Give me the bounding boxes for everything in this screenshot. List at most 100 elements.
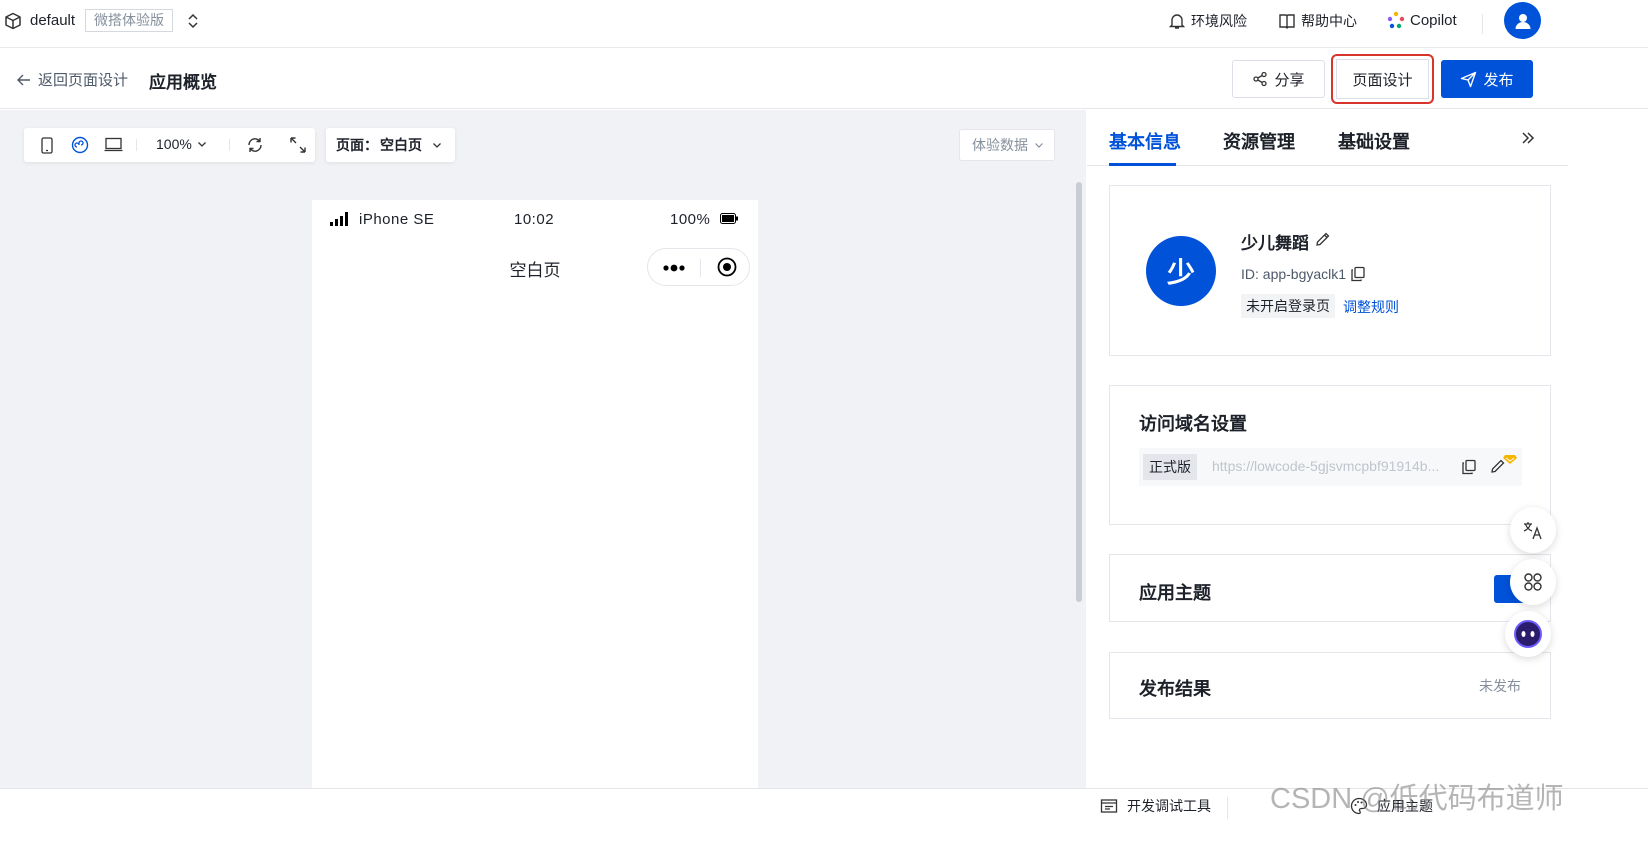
apps-button[interactable] [1510,559,1556,605]
app-name: 少儿舞蹈 [1241,234,1309,253]
battery-icon [720,213,738,224]
copy-icon[interactable] [1461,459,1477,475]
signal-icon [330,212,349,226]
env-risk-link[interactable]: 环境风险 [1168,11,1247,31]
app-id: ID: app-bgyaclk1 [1241,266,1347,282]
copy-icon[interactable] [1350,266,1366,282]
divider [700,259,701,277]
miniprogram-icon[interactable] [71,136,89,154]
more-icon[interactable] [663,264,685,272]
experience-data-label: 体验数据 [972,137,1028,153]
edit-pro-icon[interactable] [1489,451,1519,475]
experience-data-select[interactable]: 体验数据 [959,129,1055,161]
divider [229,139,230,151]
top-bar: default 微搭体验版 环境风险 帮助中心 Copilot [0,0,1648,48]
env-name[interactable]: default [30,12,75,29]
help-center-label: 帮助中心 [1301,13,1357,29]
domain-settings-title: 访问域名设置 [1139,414,1247,434]
app-avatar: 少 [1146,236,1216,306]
app-info-card: 少 少儿舞蹈 ID: app-bgyaclk1 未开启登录页 调整规则 [1109,185,1551,356]
capsule-menu[interactable] [647,248,750,286]
help-center-link[interactable]: 帮助中心 [1278,11,1357,31]
watermark: CSDN @低代码布道师 [1270,783,1564,815]
assistant-icon [1513,619,1543,649]
apps-icon [1523,572,1543,592]
divider [1482,14,1483,34]
tab-active-indicator [1109,163,1176,166]
send-icon [1460,71,1477,88]
zoom-select[interactable]: 100% [156,136,207,152]
publish-status: 未发布 [1479,678,1521,694]
desktop-icon[interactable] [104,137,123,152]
refresh-icon[interactable] [246,136,264,154]
page-select-label: 页面： [336,137,378,153]
app-theme-title: 应用主题 [1139,583,1211,603]
copilot-icon [1387,11,1405,29]
app-theme-card: 应用主题 [1109,554,1551,622]
adjust-rules-link[interactable]: 调整规则 [1343,297,1399,317]
canvas-scrollbar[interactable] [1076,182,1082,602]
device-name: iPhone SE [359,211,435,228]
publish-label: 发布 [1483,71,1514,89]
chevron-down-icon [197,139,207,149]
chevron-down-icon [432,140,442,150]
tab-basic-settings[interactable]: 基础设置 [1338,128,1410,154]
bottom-bar: 开发调试工具 应用主题 CSDN @低代码布道师 [0,783,1648,858]
assistant-button[interactable] [1505,611,1551,657]
cube-icon [4,12,22,30]
avatar[interactable] [1504,2,1541,39]
chevron-down-icon [1034,140,1044,150]
panel-tabs: 基本信息 资源管理 基础设置 [1087,110,1568,166]
mobile-icon[interactable] [41,137,53,154]
page-design-label: 页面设计 [1352,71,1413,89]
copilot-label: Copilot [1410,11,1457,29]
page-select[interactable]: 页面： 空白页 [326,128,455,162]
domain-row: 正式版 https://lowcode-5gjsvmcpbf91914b... [1139,448,1522,486]
arrow-left-icon [16,72,32,88]
login-status-badge: 未开启登录页 [1241,294,1335,318]
user-icon [1513,11,1533,31]
devtools-label: 开发调试工具 [1127,798,1211,814]
expand-icon[interactable] [289,136,307,154]
design-canvas: 100% 页面： 空白页 体验数据 iPhone SE 10:02 100% 空… [0,110,1086,790]
publish-result-title: 发布结果 [1139,679,1211,699]
status-time: 10:02 [514,211,555,228]
domain-url: https://lowcode-5gjsvmcpbf91914b... [1212,458,1440,474]
copilot-link[interactable]: Copilot [1387,11,1457,29]
back-label: 返回页面设计 [38,72,129,89]
share-icon [1252,71,1268,87]
right-panel: 基本信息 资源管理 基础设置 少 少儿舞蹈 ID: app-bgyaclk1 未… [1087,110,1568,788]
phone-preview: iPhone SE 10:02 100% 空白页 [312,200,758,790]
env-badge: 微搭体验版 [85,9,173,32]
switch-env-icon[interactable] [186,12,200,30]
page-select-value: 空白页 [380,137,422,153]
device-toolbar: 100% [24,128,315,162]
publish-result-card: 发布结果 未发布 [1109,652,1551,719]
translate-button[interactable] [1510,507,1556,553]
share-button[interactable]: 分享 [1232,60,1325,98]
book-icon [1278,12,1296,30]
app-avatar-char: 少 [1166,257,1195,288]
page-title: 应用概览 [149,73,217,92]
battery-percent: 100% [670,211,711,228]
close-miniprogram-icon[interactable] [717,257,737,277]
edit-icon[interactable] [1315,231,1331,247]
divider [1227,797,1228,819]
back-link[interactable]: 返回页面设计 [16,69,128,90]
double-chevron-right-icon[interactable] [1521,131,1535,145]
devtools-button[interactable]: 开发调试工具 [1100,796,1211,816]
domain-settings-card: 访问域名设置 正式版 https://lowcode-5gjsvmcpbf919… [1109,385,1551,525]
translate-icon [1522,519,1544,541]
zoom-value: 100% [156,136,192,152]
bell-icon [1168,12,1186,30]
env-label: 正式版 [1143,454,1197,480]
env-risk-label: 环境风险 [1191,13,1247,29]
tab-basic-info[interactable]: 基本信息 [1109,128,1181,154]
publish-button[interactable]: 发布 [1441,60,1533,98]
devtools-icon [1100,798,1118,814]
page-design-button[interactable]: 页面设计 [1331,54,1434,104]
divider [136,139,137,151]
page-header: 返回页面设计 应用概览 分享 页面设计 发布 [0,49,1648,109]
share-label: 分享 [1274,71,1305,89]
tab-resource-management[interactable]: 资源管理 [1223,128,1295,154]
